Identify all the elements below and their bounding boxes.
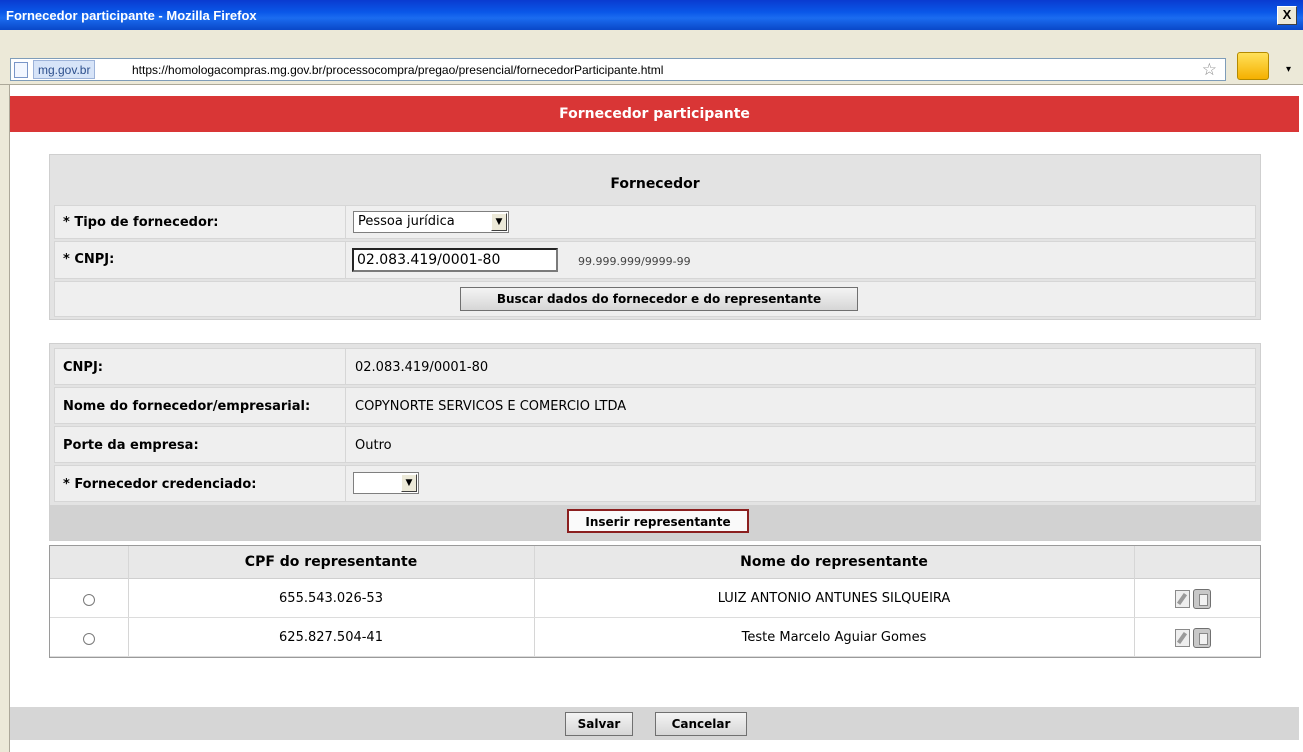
nome-fornecedor-label: Nome do fornecedor/empresarial: [63,399,311,414]
window-title-bar: Fornecedor participante - Mozilla Firefo… [0,0,1303,30]
nome-cell: Teste Marcelo Aguiar Gomes [741,630,927,645]
column-header-nome: Nome do representante [740,554,928,570]
buscar-fornecedor-button[interactable]: Buscar dados do fornecedor e do represen… [460,287,858,311]
edit-icon[interactable] [1175,629,1190,647]
row-select-radio[interactable] [83,633,95,645]
window-title: Fornecedor participante - Mozilla Firefo… [6,8,257,23]
inserir-representante-button[interactable]: Inserir representante [567,509,749,533]
footer-bar: Salvar Cancelar [10,707,1299,740]
table-row: 655.543.026-53 LUIZ ANTONIO ANTUNES SILQ… [50,580,1260,618]
buscar-row: Buscar dados do fornecedor e do represen… [54,281,1256,317]
page-title: Fornecedor participante [10,96,1299,132]
divider [345,388,346,423]
page-icon [14,62,28,78]
edit-icon[interactable] [1175,590,1190,608]
column-header-cpf: CPF do representante [244,554,418,570]
porte-empresa-row: Porte da empresa: Outro [54,426,1256,463]
site-identity-button[interactable]: mg.gov.br [33,60,96,79]
cancelar-button[interactable]: Cancelar [655,712,747,736]
salvar-button[interactable]: Salvar [565,712,633,736]
credenciado-label: * Fornecedor credenciado: [63,477,257,492]
window-close-button[interactable]: X [1277,6,1297,25]
tipo-fornecedor-select[interactable]: Pessoa jurídica ▼ [353,211,509,233]
fornecedor-panel: Fornecedor * Tipo de fornecedor: Pessoa … [49,154,1261,320]
table-row: 625.827.504-41 Teste Marcelo Aguiar Gome… [50,619,1260,657]
browser-toolbar: mg.gov.br https://homologacompras.mg.gov… [0,30,1303,85]
porte-empresa-value: Outro [355,438,392,453]
tipo-fornecedor-label: * Tipo de fornecedor: [63,215,219,230]
divider [345,349,346,384]
dados-cnpj-label: CNPJ: [63,360,103,375]
inserir-bar: Inserir representante [50,505,1260,540]
porte-empresa-label: Porte da empresa: [63,438,199,453]
cnpj-label: * CNPJ: [63,252,115,267]
chevron-down-icon[interactable]: ▼ [401,474,417,492]
nome-fornecedor-value: COPYNORTE SERVICOS E COMERCIO LTDA [355,399,627,414]
dados-cnpj-row: CNPJ: 02.083.419/0001-80 [54,348,1256,385]
dados-fornecedor-panel: CNPJ: 02.083.419/0001-80 Nome do fornece… [49,343,1261,541]
section-title: Fornecedor [610,176,700,192]
credenciado-row: * Fornecedor credenciado: ▼ [54,465,1256,502]
chevron-down-icon[interactable]: ▾ [1286,64,1291,75]
divider [345,427,346,462]
cpf-cell: 625.827.504-41 [279,630,383,645]
delete-icon[interactable] [1193,589,1211,609]
delete-icon[interactable] [1193,628,1211,648]
cnpj-input[interactable]: 02.083.419/0001-80 [352,248,558,272]
cnpj-row: * CNPJ: 02.083.419/0001-80 99.999.999/99… [54,241,1256,279]
bookmark-star-icon[interactable]: ☆ [1202,60,1217,80]
cnpj-format-hint: 99.999.999/9999-99 [578,255,691,268]
nome-cell: LUIZ ANTONIO ANTUNES SILQUEIRA [717,591,951,606]
cpf-cell: 655.543.026-53 [279,591,383,606]
tipo-fornecedor-value: Pessoa jurídica [358,214,455,229]
table-header: CPF do representante Nome do representan… [50,546,1260,579]
credenciado-select[interactable]: ▼ [353,472,419,494]
feed-icon[interactable] [1237,52,1269,80]
dados-cnpj-value: 02.083.419/0001-80 [355,360,489,375]
divider [345,242,346,278]
tipo-fornecedor-row: * Tipo de fornecedor: Pessoa jurídica ▼ [54,205,1256,239]
divider [345,466,346,501]
nome-fornecedor-row: Nome do fornecedor/empresarial: COPYNORT… [54,387,1256,424]
chevron-down-icon[interactable]: ▼ [491,213,507,231]
window-left-border [0,85,10,752]
row-select-radio[interactable] [83,594,95,606]
representantes-table: CPF do representante Nome do representan… [49,545,1261,658]
url-text[interactable]: https://homologacompras.mg.gov.br/proces… [132,63,663,77]
url-bar[interactable]: mg.gov.br https://homologacompras.mg.gov… [10,58,1226,81]
divider [345,206,346,238]
